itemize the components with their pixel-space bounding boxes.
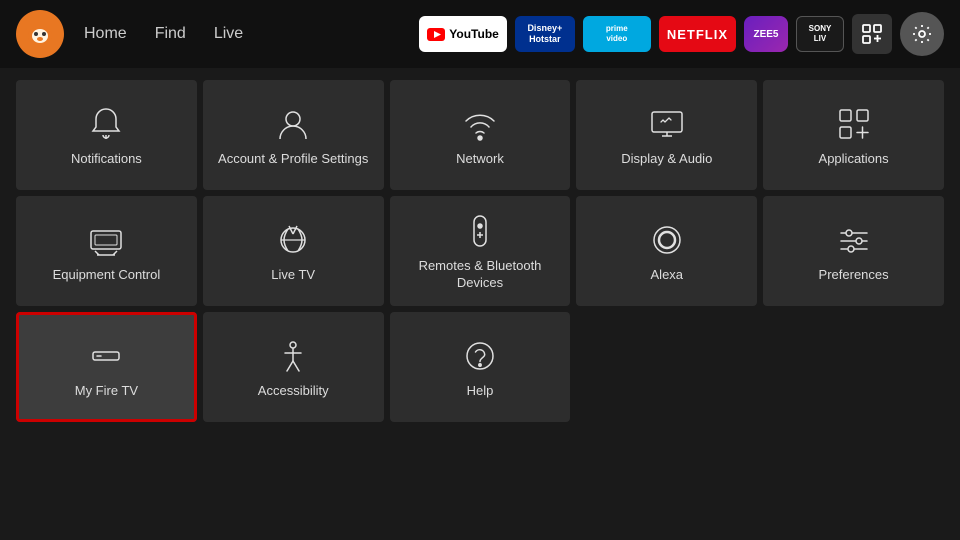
settings-grid: Notifications Account & Profile Settings… [16,80,944,422]
tile-notifications[interactable]: Notifications [16,80,197,190]
remote-icon [461,212,499,250]
app-zee5[interactable]: ZEE5 [744,16,788,52]
tile-network[interactable]: Network [390,80,571,190]
help-icon [461,337,499,375]
tile-accessibility[interactable]: Accessibility [203,312,384,422]
tile-my-fire-tv[interactable]: My Fire TV [16,312,197,422]
applications-icon [835,105,873,143]
live-tv-icon [274,221,312,259]
nav-apps: YouTube Disney+Hotstar primevideo NETFLI… [419,16,844,52]
app-youtube[interactable]: YouTube [419,16,507,52]
equipment-label: Equipment Control [53,267,161,284]
network-icon [461,105,499,143]
app-disney[interactable]: Disney+Hotstar [515,16,575,52]
app-sony[interactable]: SONYLIV [796,16,844,52]
tile-preferences[interactable]: Preferences [763,196,944,306]
nav-home[interactable]: Home [84,21,127,47]
settings-area: Notifications Account & Profile Settings… [0,68,960,422]
nav-links: Home Find Live [84,21,243,47]
tile-remotes-bluetooth[interactable]: Remotes & Bluetooth Devices [390,196,571,306]
top-nav: Home Find Live YouTube Disney+Hotstar pr… [0,0,960,68]
preferences-icon [835,221,873,259]
app-prime[interactable]: primevideo [583,16,651,52]
accessibility-label: Accessibility [258,383,329,400]
applications-label: Applications [819,151,889,168]
fire-tv-icon [87,337,125,375]
tile-alexa[interactable]: Alexa [576,196,757,306]
notifications-label: Notifications [71,151,142,168]
preferences-label: Preferences [819,267,889,284]
tile-help[interactable]: Help [390,312,571,422]
tile-account-profile[interactable]: Account & Profile Settings [203,80,384,190]
live-tv-label: Live TV [271,267,315,284]
grid-icon-btn[interactable] [852,14,892,54]
help-label: Help [467,383,494,400]
tile-live-tv[interactable]: Live TV [203,196,384,306]
alexa-icon [648,221,686,259]
equipment-icon [87,221,125,259]
nav-live[interactable]: Live [214,21,243,47]
display-label: Display & Audio [621,151,712,168]
display-icon [648,105,686,143]
settings-icon-btn[interactable] [900,12,944,56]
app-netflix[interactable]: NETFLIX [659,16,736,52]
account-icon [274,105,312,143]
tile-display-audio[interactable]: Display & Audio [576,80,757,190]
notifications-icon [87,105,125,143]
network-label: Network [456,151,504,168]
alexa-label: Alexa [651,267,684,284]
nav-find[interactable]: Find [155,21,186,47]
nav-icons [852,12,944,56]
tile-applications[interactable]: Applications [763,80,944,190]
nav-logo[interactable] [16,10,64,58]
account-label: Account & Profile Settings [218,151,368,168]
accessibility-icon [274,337,312,375]
remotes-label: Remotes & Bluetooth Devices [398,258,563,292]
tile-equipment-control[interactable]: Equipment Control [16,196,197,306]
my-fire-tv-label: My Fire TV [75,383,138,400]
